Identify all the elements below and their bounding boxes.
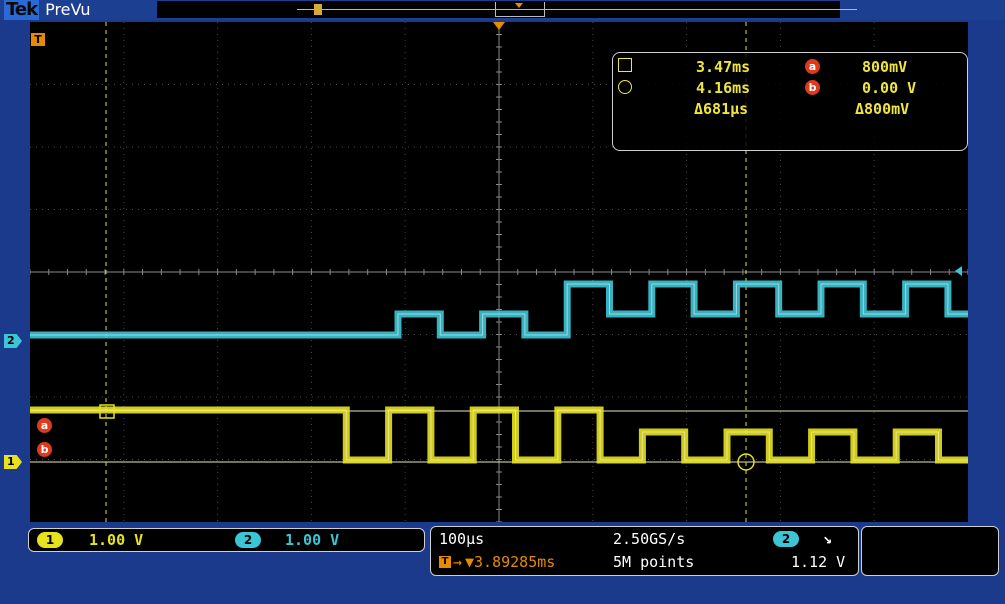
cursor-b-volt: 0.00 V bbox=[862, 79, 917, 97]
circle-cursor-icon bbox=[618, 80, 632, 94]
top-bar: Tek PreVu bbox=[0, 0, 1005, 20]
cursor-a-badge: a bbox=[805, 59, 820, 74]
falling-edge-icon[interactable]: ↘ bbox=[823, 529, 832, 547]
ch2-scale[interactable]: 1.00 V bbox=[285, 531, 339, 549]
cursor2-time: 4.16ms bbox=[696, 79, 751, 97]
trigger-time-marker-icon[interactable] bbox=[493, 22, 505, 30]
delta-time: Δ681μs bbox=[694, 100, 749, 118]
trigger-level[interactable]: 1.12 V bbox=[791, 553, 845, 571]
view-triangle-icon bbox=[515, 3, 523, 8]
horizontal-trigger-panel[interactable]: 100μs 2.50GS/s 2 ↘ T → ▼3.89285ms 5M poi… bbox=[430, 526, 859, 576]
trigger-marker-icon[interactable]: T bbox=[31, 33, 45, 46]
ch2-ground-marker[interactable]: 2 bbox=[4, 334, 22, 348]
arrow-icon: → bbox=[453, 553, 463, 571]
sample-rate[interactable]: 2.50GS/s bbox=[613, 530, 685, 548]
cursor-readout[interactable] bbox=[612, 52, 968, 151]
trigger-source-badge[interactable]: 2 bbox=[773, 531, 799, 547]
cursor-a-volt: 800mV bbox=[862, 58, 908, 76]
time-per-div[interactable]: 100μs bbox=[439, 530, 484, 548]
record-view-bar[interactable] bbox=[157, 1, 857, 18]
cursor-b-badge: b bbox=[805, 80, 820, 95]
square-cursor-icon bbox=[618, 58, 632, 72]
cursor-a-marker[interactable]: a bbox=[37, 418, 52, 433]
ch1-ground-marker[interactable]: 1 bbox=[4, 455, 22, 469]
trigger-icon: T bbox=[439, 556, 451, 568]
ch1-scale[interactable]: 1.00 V bbox=[89, 531, 143, 549]
empty-readout-panel[interactable] bbox=[861, 526, 999, 576]
tek-logo: Tek bbox=[4, 0, 40, 20]
trigger-position-marker[interactable] bbox=[314, 4, 322, 15]
cursor-b-marker[interactable]: b bbox=[37, 442, 52, 457]
channel-settings-panel[interactable]: 1 1.00 V 2 1.00 V bbox=[28, 528, 425, 552]
brand: Tek PreVu bbox=[4, 0, 91, 20]
trigger-level-marker-icon[interactable] bbox=[955, 266, 962, 276]
ch2-badge[interactable]: 2 bbox=[235, 532, 261, 548]
delta-volt: Δ800mV bbox=[855, 100, 910, 118]
cursor1-time: 3.47ms bbox=[696, 58, 751, 76]
acquisition-mode: PreVu bbox=[45, 0, 91, 19]
record-line bbox=[297, 9, 857, 10]
trigger-position[interactable]: ▼3.89285ms bbox=[465, 553, 555, 571]
ch1-badge[interactable]: 1 bbox=[37, 532, 63, 548]
record-length[interactable]: 5M points bbox=[613, 553, 694, 571]
